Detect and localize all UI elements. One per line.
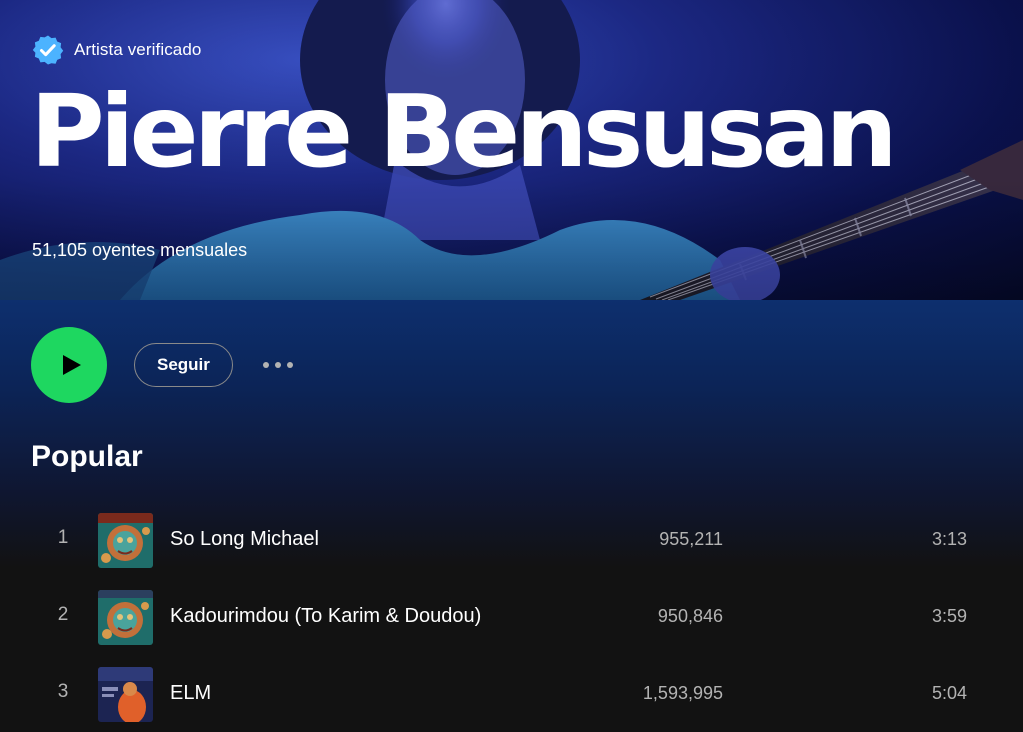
track-duration: 5:04 <box>931 683 967 703</box>
verified-badge-icon <box>32 35 64 65</box>
popular-track-list: 1 So Long Michael 955,211 3:13 2 Kadouri… <box>0 505 1023 732</box>
play-icon <box>62 355 81 375</box>
artist-hero-banner: Artista verificado Pierre Bensusan 51,10… <box>0 0 1023 300</box>
popular-section-title: Popular <box>31 440 143 473</box>
more-options-button[interactable] <box>259 358 297 372</box>
play-button[interactable] <box>31 327 107 403</box>
track-cover-art <box>98 513 153 568</box>
track-title[interactable]: Kadourimdou (To Karim & Doudou) <box>170 605 481 628</box>
monthly-listeners: 51,105 oyentes mensuales <box>32 240 248 260</box>
more-options-icon <box>286 362 293 368</box>
track-play-count: 955,211 <box>659 529 723 549</box>
track-play-count: 950,846 <box>657 606 723 626</box>
follow-button[interactable]: Seguir <box>134 343 233 387</box>
track-play-count: 1,593,995 <box>642 683 723 703</box>
track-row[interactable]: 3 ELM 1,593,995 5:04 <box>0 659 1023 732</box>
track-number: 2 <box>57 604 69 625</box>
track-row[interactable]: 2 Kadourimdou (To Karim & Doudou) 950,84… <box>0 582 1023 659</box>
track-duration: 3:59 <box>931 606 967 626</box>
artist-content: Seguir Popular 1 So Long Michael 955,211… <box>0 300 1023 732</box>
more-options-icon <box>262 362 269 368</box>
track-number: 3 <box>57 681 69 702</box>
verified-artist-row: Artista verificado <box>32 34 201 66</box>
action-bar: Seguir <box>31 327 297 403</box>
track-number: 1 <box>57 527 69 548</box>
artist-page: Artista verificado Pierre Bensusan 51,10… <box>0 0 1023 732</box>
track-row[interactable]: 1 So Long Michael 955,211 3:13 <box>0 505 1023 582</box>
track-duration: 3:13 <box>931 529 967 549</box>
artist-name-title: Pierre Bensusan <box>30 73 898 190</box>
track-title[interactable]: So Long Michael <box>170 528 319 551</box>
track-cover-art <box>98 590 153 645</box>
more-options-icon <box>274 362 281 368</box>
track-title[interactable]: ELM <box>170 682 211 705</box>
track-cover-art <box>98 667 153 722</box>
verified-artist-label: Artista verificado <box>74 40 202 59</box>
